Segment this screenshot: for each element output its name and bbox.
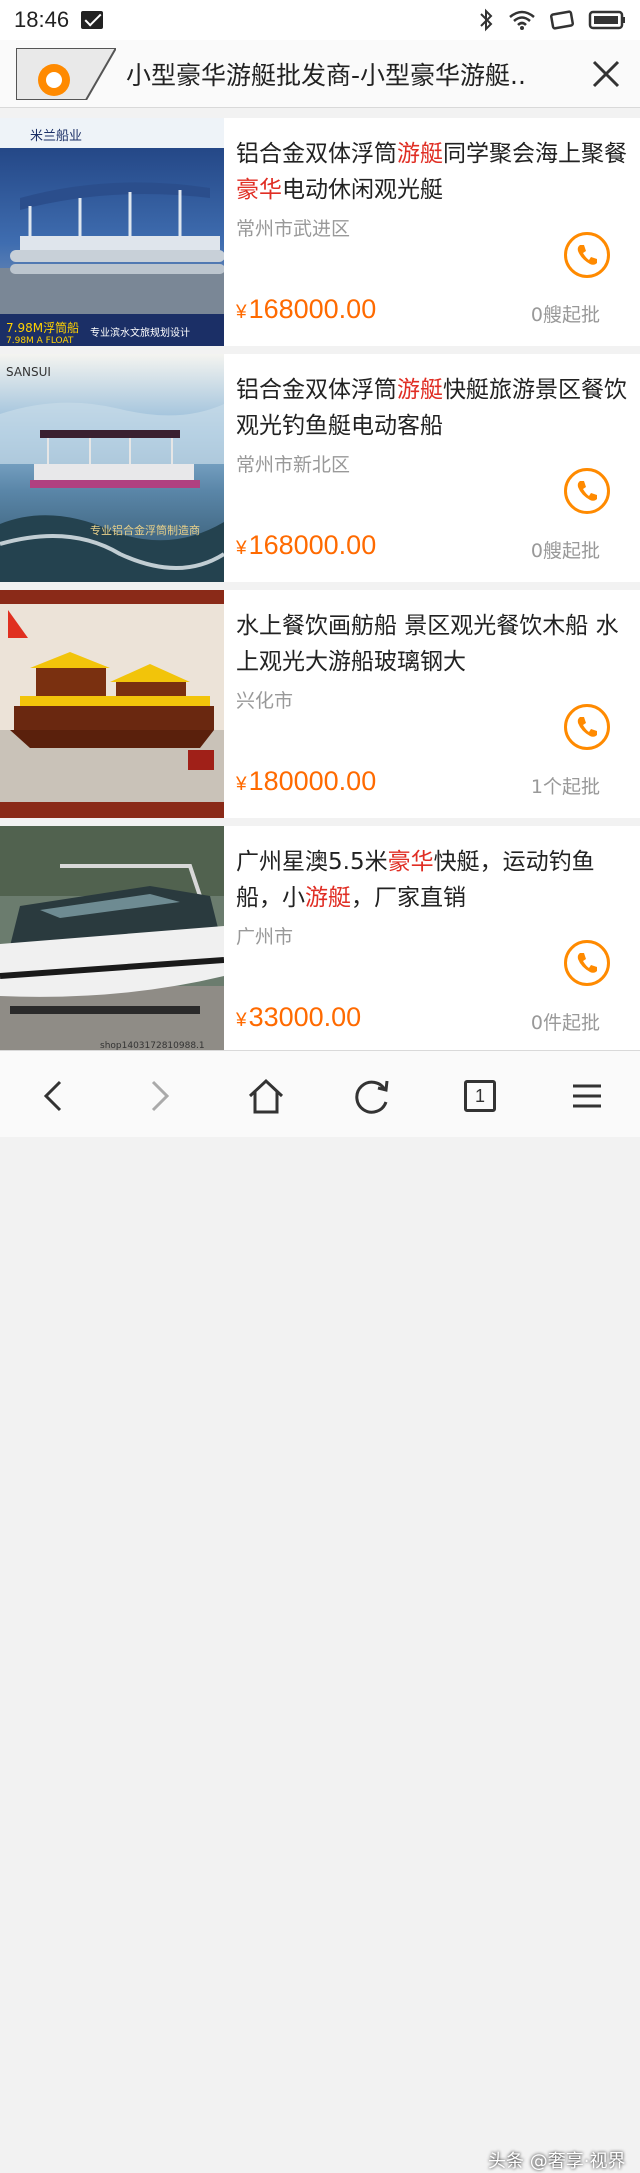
thumb-brand-label: 米兰船业 — [30, 129, 82, 144]
browser-bottom-bar: 1 头条 @奢享·视界 — [0, 1050, 640, 2172]
forward-icon — [151, 1080, 170, 1112]
page-title: 小型豪华游艇批发商-小型豪华游艇.. — [126, 61, 526, 90]
tabs-button[interactable]: 1 — [455, 1071, 505, 1121]
product-image[interactable]: 米兰船业 7.98M浮筒船 7.98M A FLOAT 专业滨水文旅规划设计 — [0, 118, 224, 346]
product-image[interactable]: shop1403172810988.1 — [0, 826, 224, 1054]
price-value: 33000.00 — [248, 1002, 362, 1032]
bluetooth-icon — [480, 8, 493, 32]
wifi-icon — [509, 10, 535, 30]
menu-button[interactable] — [562, 1071, 612, 1121]
product-title[interactable]: 水上餐饮画舫船 景区观光餐饮木船 水上观光大游船玻璃钢大 — [236, 608, 628, 680]
price-value: 168000.00 — [248, 530, 377, 560]
refresh-button[interactable] — [347, 1071, 397, 1121]
thumb-slogan-label: 专业铝合金浮筒制造商 — [90, 523, 200, 537]
currency-symbol: ¥ — [236, 774, 247, 795]
list-item[interactable]: SANSUI 专业铝合金浮筒制造商 铝合金双体浮筒游艇快艇旅游景区餐饮观光钓鱼艇… — [0, 354, 640, 582]
price-value: 168000.00 — [248, 294, 377, 324]
phone-icon — [577, 481, 597, 501]
min-order: 0艘起批 — [530, 540, 600, 562]
title-text: 电动休闲观光艇 — [282, 177, 443, 203]
product-location: 常州市武进区 — [236, 218, 351, 240]
product-location: 兴化市 — [236, 690, 294, 712]
min-order: 0艘起批 — [530, 304, 600, 326]
thumb-slogan-label: 专业滨水文旅规划设计 — [90, 326, 190, 339]
title-text: 铝合金双体浮筒 — [236, 377, 397, 403]
thumb-model-label-en: 7.98M A FLOAT — [6, 336, 74, 346]
min-order: 1个起批 — [530, 776, 600, 798]
phone-icon — [577, 245, 597, 265]
product-title[interactable]: 铝合金双体浮筒游艇快艇旅游景区餐饮观光钓鱼艇电动客船 — [236, 372, 628, 444]
forward-button[interactable] — [135, 1071, 185, 1121]
home-icon — [248, 1078, 284, 1114]
product-title[interactable]: 广州星澳5.5米豪华快艇，运动钓鱼船，小游艇，厂家直销 — [236, 844, 628, 916]
list-item[interactable]: shop1403172810988.1 广州星澳5.5米豪华快艇，运动钓鱼船，小… — [0, 826, 640, 1054]
status-icons — [478, 8, 626, 32]
thumb-model-label: 7.98M浮筒船 — [6, 320, 79, 335]
product-title[interactable]: 铝合金双体浮筒游艇同学聚会海上聚餐豪华电动休闲观光艇 — [236, 136, 628, 208]
close-icon[interactable] — [586, 54, 626, 94]
call-button[interactable] — [564, 940, 610, 986]
call-button[interactable] — [564, 232, 610, 278]
list-item[interactable]: 水上餐饮画舫船 景区观光餐饮木船 水上观光大游船玻璃钢大 兴化市 ¥180000… — [0, 590, 640, 818]
home-button[interactable] — [241, 1071, 291, 1121]
title-highlight: 豪华 — [387, 849, 434, 875]
title-text: 同学聚会海上聚餐 — [443, 141, 627, 167]
battery-icon — [588, 10, 625, 30]
product-price: ¥33000.00 — [236, 1002, 361, 1033]
menu-icon — [573, 1084, 601, 1108]
product-list: 米兰船业 7.98M浮筒船 7.98M A FLOAT 专业滨水文旅规划设计 铝… — [0, 118, 640, 1062]
title-highlight: 游艇 — [305, 885, 351, 911]
list-item[interactable]: 米兰船业 7.98M浮筒船 7.98M A FLOAT 专业滨水文旅规划设计 铝… — [0, 118, 640, 346]
title-highlight: 豪华 — [236, 177, 282, 203]
product-location: 常州市新北区 — [236, 454, 351, 476]
price-value: 180000.00 — [248, 766, 377, 796]
currency-symbol: ¥ — [236, 302, 247, 323]
call-button[interactable] — [564, 468, 610, 514]
back-button[interactable] — [28, 1071, 78, 1121]
min-order: 0件起批 — [530, 1012, 600, 1034]
status-bar: 18:46 — [0, 0, 640, 40]
tabs-icon: 1 — [464, 1080, 496, 1112]
title-highlight: 游艇 — [397, 377, 443, 403]
title-text: 广州星澳5.5米 — [236, 849, 388, 875]
phone-icon — [577, 717, 597, 737]
product-image[interactable] — [0, 590, 224, 818]
screen-rotate-icon — [550, 10, 574, 30]
product-price: ¥180000.00 — [236, 766, 376, 797]
product-price: ¥168000.00 — [236, 530, 376, 561]
title-text: 铝合金双体浮筒 — [236, 141, 397, 167]
status-time: 18:46 — [14, 7, 70, 32]
back-icon — [43, 1080, 62, 1112]
product-image[interactable]: SANSUI 专业铝合金浮筒制造商 — [0, 354, 224, 582]
currency-symbol: ¥ — [236, 1010, 247, 1031]
title-text: 水上餐饮画舫船 景区观光餐饮木船 水上观光大游船玻璃钢大 — [236, 613, 619, 675]
call-button[interactable] — [564, 704, 610, 750]
browser-title-bar: 小型豪华游艇批发商-小型豪华游艇.. — [0, 40, 640, 108]
currency-symbol: ¥ — [236, 538, 247, 559]
product-price: ¥168000.00 — [236, 294, 376, 325]
phone-icon — [577, 953, 597, 973]
product-location: 广州市 — [236, 926, 294, 948]
refresh-icon — [355, 1080, 389, 1114]
title-text: ，厂家直销 — [351, 885, 466, 911]
site-favicon — [16, 48, 116, 100]
mail-notification-icon — [81, 11, 104, 29]
thumb-brand-label: SANSUI — [6, 365, 51, 379]
watermark: 头条 @奢享·视界 — [488, 2151, 626, 2172]
title-highlight: 游艇 — [397, 141, 443, 167]
